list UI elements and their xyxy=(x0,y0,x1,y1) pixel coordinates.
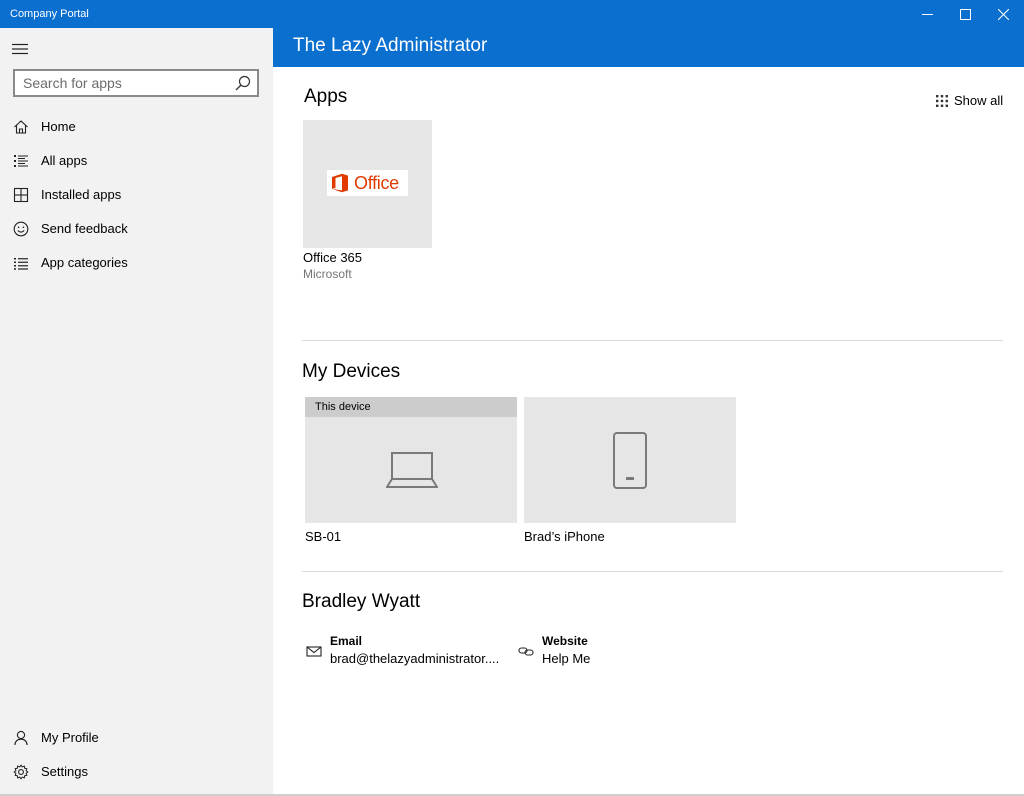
link-icon xyxy=(518,647,534,656)
window-title: Company Portal xyxy=(10,8,89,20)
device-name[interactable]: SB-01 xyxy=(305,529,341,544)
page-title: The Lazy Administrator xyxy=(293,35,488,56)
home-icon xyxy=(13,119,29,135)
search-icon[interactable] xyxy=(235,75,251,91)
sidebar-item-app-categories[interactable]: App categories xyxy=(0,246,273,280)
search-input[interactable] xyxy=(15,71,225,95)
section-divider xyxy=(302,571,1003,572)
grid-icon xyxy=(936,94,948,107)
sidebar-item-settings[interactable]: Settings xyxy=(0,755,273,789)
sidebar-item-label: Installed apps xyxy=(41,187,122,202)
laptop-icon xyxy=(386,452,438,488)
profile-name-title: Bradley Wyatt xyxy=(302,591,421,612)
sidebar-item-label: Settings xyxy=(41,764,88,779)
search-box xyxy=(13,69,259,97)
office-icon xyxy=(332,173,348,193)
sidebar: Home All apps Installed apps Send feedba… xyxy=(0,28,273,796)
show-all-label: Show all xyxy=(954,93,1004,108)
person-icon xyxy=(13,730,29,746)
website-value[interactable]: Help Me xyxy=(542,651,590,666)
installed-apps-icon xyxy=(13,187,29,203)
device-name[interactable]: Brad’s iPhone xyxy=(524,529,605,544)
phone-icon xyxy=(613,432,647,489)
apps-section-title: Apps xyxy=(304,86,348,107)
maximize-icon xyxy=(959,8,971,20)
sidebar-item-send-feedback[interactable]: Send feedback xyxy=(0,212,273,246)
main-content: Apps Show all Office Office 365 Microsof… xyxy=(273,67,1024,796)
minimize-icon xyxy=(921,13,933,15)
sidebar-item-label: All apps xyxy=(41,153,88,168)
device-tile-sb-01[interactable]: This device xyxy=(305,397,517,523)
sidebar-item-label: Send feedback xyxy=(41,221,128,236)
device-tile-brads-iphone[interactable] xyxy=(524,397,736,523)
this-device-banner: This device xyxy=(305,397,517,417)
this-device-label: This device xyxy=(315,401,371,413)
sidebar-item-home[interactable]: Home xyxy=(0,110,273,144)
smiley-icon xyxy=(13,221,29,237)
website-label: Website xyxy=(542,634,588,648)
list-icon xyxy=(13,153,29,169)
email-value[interactable]: brad@thelazyadministrator.... xyxy=(330,651,499,666)
devices-section-title: My Devices xyxy=(302,361,401,382)
sidebar-item-my-profile[interactable]: My Profile xyxy=(0,721,273,755)
close-icon xyxy=(997,8,1009,20)
sidebar-item-label: App categories xyxy=(41,255,128,270)
office-wordmark: Office xyxy=(354,172,399,193)
sidebar-item-installed-apps[interactable]: Installed apps xyxy=(0,178,273,212)
sidebar-item-all-apps[interactable]: All apps xyxy=(0,144,273,178)
app-publisher: Microsoft xyxy=(303,267,352,281)
email-label: Email xyxy=(330,634,363,648)
close-button[interactable] xyxy=(980,0,1024,28)
app-name[interactable]: Office 365 xyxy=(303,250,362,265)
app-tile-office-365[interactable]: Office xyxy=(303,120,432,248)
hamburger-icon xyxy=(12,43,28,55)
page-header: The Lazy Administrator xyxy=(273,28,1024,67)
section-divider xyxy=(302,340,1003,341)
gear-icon xyxy=(13,764,29,780)
title-bar: Company Portal xyxy=(0,0,1024,28)
hamburger-menu-button[interactable] xyxy=(12,42,30,56)
sidebar-item-label: Home xyxy=(41,119,76,134)
categories-icon xyxy=(13,255,29,271)
mail-icon xyxy=(306,646,322,657)
show-all-button[interactable]: Show all xyxy=(936,93,1003,108)
office-logo: Office xyxy=(327,170,408,196)
sidebar-item-label: My Profile xyxy=(41,730,99,745)
